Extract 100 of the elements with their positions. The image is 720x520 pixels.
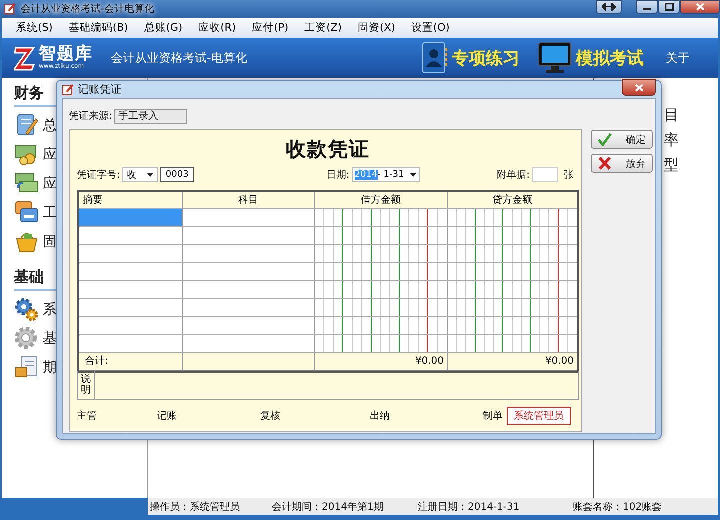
status-value: 系统管理员 [190,500,241,514]
resize-button[interactable] [596,0,622,14]
amount-cell[interactable] [315,298,448,317]
sidebar-item[interactable]: 应 [43,174,57,192]
menu-item[interactable]: 设置(O) [405,19,456,37]
panel-label: 率 [664,131,680,151]
close-button[interactable] [622,79,656,96]
debit-total: ¥0.00 [315,352,448,371]
pencil-icon [62,84,74,96]
signature-label: 制单 [483,410,503,424]
status-text: 操作员： [150,500,190,514]
sidebar-item[interactable]: 工 [43,204,57,222]
menu-item[interactable]: 应收(R) [192,19,242,37]
amount-cell[interactable] [448,334,577,353]
amount-cell[interactable] [315,334,448,353]
table-cell[interactable] [79,280,183,299]
maximize-icon [664,3,674,11]
cards-icon [14,200,39,225]
sidebar-item[interactable]: 基 [43,330,57,348]
menu-item[interactable]: 固资(X) [352,19,402,37]
status-text: 注册日期：2014-1-31 [418,500,521,514]
double-arrow-icon [602,3,616,11]
amount-cell[interactable] [448,262,577,281]
close-icon [696,3,704,11]
monitor-icon [538,42,572,74]
sidebar-item[interactable]: 固 [43,232,57,250]
table-cell[interactable] [79,244,183,263]
confirm-button[interactable]: 确定 [591,130,653,149]
sidebar-item[interactable]: 总 [43,116,57,134]
gear-icon [14,326,39,351]
contact-book-icon [422,42,448,74]
table-cell[interactable] [79,262,183,281]
maximize-button[interactable] [658,0,680,14]
field-label: 凭证来源: [69,110,112,123]
total-label: 合计: [79,352,183,371]
dialog-title: 记账凭证 [78,82,122,97]
table-cell[interactable] [79,226,183,245]
table-cell[interactable] [79,316,183,335]
voucher-type-dropdown[interactable]: 收 [122,167,158,182]
sidebar-item[interactable]: 期 [43,358,57,376]
menu-item[interactable]: 应付(P) [246,19,295,37]
field-label: 附单据: [496,168,530,182]
table-cell[interactable] [183,262,315,281]
amount-cell[interactable] [315,226,448,245]
amount-cell[interactable] [315,262,448,281]
attachments-field[interactable] [532,167,558,182]
amount-cell[interactable] [448,316,577,335]
amount-cell[interactable] [315,280,448,299]
preparer-stamp: 系统管理员 [507,407,571,426]
menu-item[interactable]: 基础编码(B) [62,19,134,37]
pencil-icon [4,3,16,15]
close-button[interactable] [680,0,720,14]
signature-label: 出纳 [370,410,390,424]
logo-icon [14,45,36,71]
amount-cell[interactable] [448,208,577,227]
table-cell[interactable] [79,334,183,353]
toolbar-button[interactable]: 专项练习 [422,42,520,74]
amount-cell[interactable] [448,244,577,263]
amount-cell[interactable] [448,280,577,299]
table-cell[interactable] [79,208,183,227]
amount-cell[interactable] [448,226,577,245]
menu-item[interactable]: 总账(G) [138,19,189,37]
amount-cell[interactable] [315,316,448,335]
column-header: 贷方金额 [448,192,577,209]
panel-label: 目 [664,106,680,126]
table-cell[interactable] [183,208,315,227]
amount-cell[interactable] [315,244,448,263]
cancel-button[interactable]: 放弃 [591,154,653,173]
checkmark-icon [598,133,612,146]
about-link[interactable]: 关于 [666,50,690,66]
signature-label: 记账 [157,410,178,424]
logo-text: 智题库 [39,45,93,63]
app-subtitle: 会计从业资格考试-电算化 [111,50,248,66]
menu-item[interactable]: 工资(Z) [298,19,348,37]
close-icon [634,84,644,92]
table-cell[interactable] [183,226,315,245]
caret-icon [147,172,154,177]
table-cell[interactable] [79,298,183,317]
source-field: 手工录入 [114,108,188,124]
minimize-button[interactable] [636,0,658,14]
amount-cell[interactable] [448,298,577,317]
cross-icon [598,157,612,170]
number-field[interactable]: 0003 [160,167,194,182]
field-label: 凭证字号: [77,168,120,182]
sidebar-item[interactable]: 应 [43,146,57,164]
window-title: 会计从业资格考试-会计电算化 [21,2,155,16]
panel-label: 型 [664,156,680,176]
toolbar-button[interactable]: 模拟考试 [538,42,644,74]
menu-item[interactable]: 系统(S) [10,19,59,37]
table-cell[interactable] [183,280,315,299]
table-cell[interactable] [183,298,315,317]
sidebar-item[interactable]: 系 [43,300,57,318]
status-text: 账套名称：102账套 [573,500,664,514]
table-cell[interactable] [183,244,315,263]
date-field[interactable]: 2014- 1-31 [352,167,420,182]
table-cell[interactable] [183,316,315,335]
amount-cell[interactable] [315,208,448,227]
caret-icon [410,172,417,177]
signature-label: 主管 [77,410,97,424]
table-cell[interactable] [183,334,315,353]
